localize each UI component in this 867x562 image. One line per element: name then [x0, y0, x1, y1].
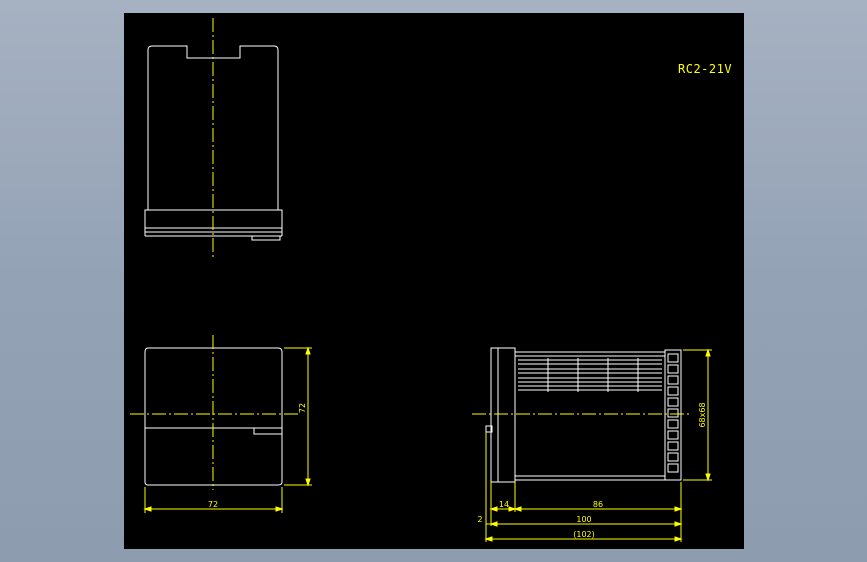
side-view-body	[514, 351, 666, 481]
model-label: RC2-21V	[678, 62, 733, 76]
side-body-label: 86	[593, 500, 603, 509]
side-bezel-label: 14	[499, 500, 509, 509]
front-width-label: 72	[208, 500, 218, 509]
side-view-vents	[518, 358, 662, 392]
side-view	[485, 347, 682, 483]
cad-drawing: 72 72 68x68 14 86 100 2 (102)	[130, 18, 712, 542]
top-view-latch	[251, 235, 281, 241]
front-height-label: 72	[298, 403, 307, 413]
side-view-bezel	[490, 347, 516, 483]
side-view-terminals	[667, 353, 679, 473]
front-height-dimension	[284, 346, 312, 487]
side-total-label: 100	[576, 515, 591, 524]
side-cutout-label: 68x68	[698, 402, 707, 427]
front-view-latch	[253, 427, 283, 435]
side-overall-label: (102)	[573, 530, 595, 539]
side-offset-label: 2	[477, 515, 482, 524]
